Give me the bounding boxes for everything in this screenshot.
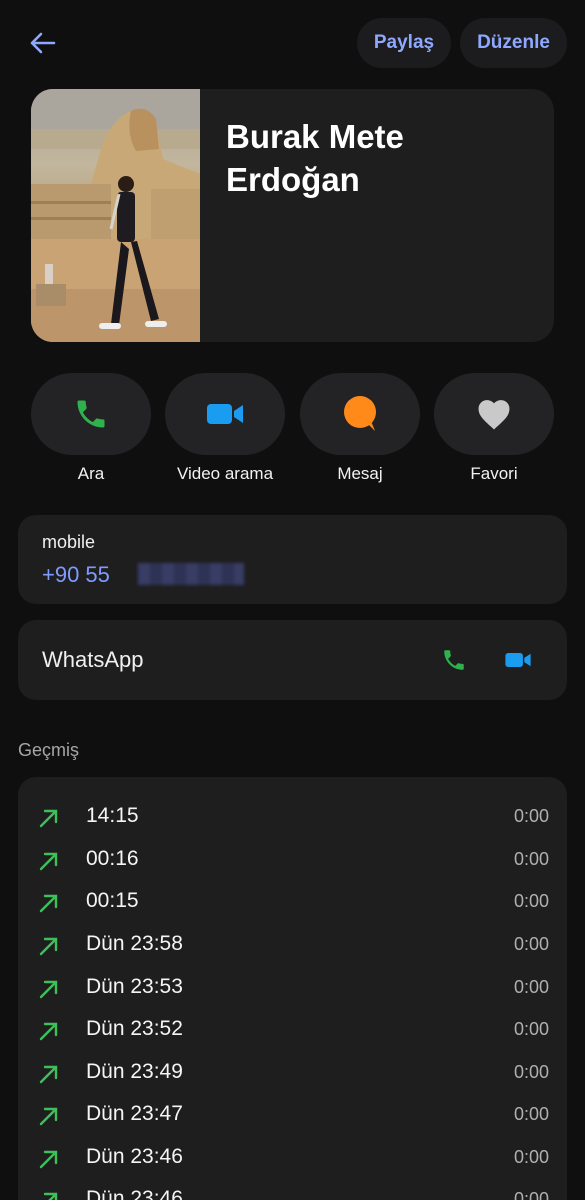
message-action[interactable]: Mesaj	[300, 373, 420, 484]
call-history-row[interactable]: Dün 23:58 0:00	[18, 927, 567, 969]
back-arrow-icon	[30, 32, 56, 54]
call-history-list: 14:15 0:00 00:16 0:00 00:15 0:00 Dün 23:…	[18, 777, 567, 1200]
phone-type-label: mobile	[42, 532, 96, 552]
contact-header-card: Burak Mete Erdoğan	[31, 89, 554, 342]
contact-photo-illustration	[31, 89, 200, 342]
video-camera-icon	[207, 404, 243, 424]
call-duration: 0:00	[513, 806, 549, 826]
call-history-row[interactable]: 00:16 0:00	[18, 842, 567, 884]
call-action[interactable]: Ara	[31, 373, 151, 484]
call-action-label: Ara	[77, 464, 105, 483]
video-call-action-button[interactable]	[165, 373, 285, 455]
phone-icon	[444, 650, 464, 670]
outgoing-call-arrow-icon	[39, 1150, 58, 1169]
favorite-action-button[interactable]	[434, 373, 554, 455]
call-duration: 0:00	[513, 1019, 549, 1039]
message-bubble-icon	[344, 396, 376, 431]
outgoing-call-arrow-icon	[39, 1065, 58, 1084]
call-duration: 0:00	[513, 1062, 549, 1082]
outgoing-call-arrow-icon	[39, 1022, 58, 1041]
video-call-action-label: Video arama	[176, 464, 274, 483]
call-history-row[interactable]: Dün 23:49 0:00	[18, 1055, 567, 1097]
call-history-row[interactable]: Dün 23:47 0:00	[18, 1097, 567, 1139]
call-duration: 0:00	[513, 1147, 549, 1167]
whatsapp-card[interactable]: WhatsApp	[18, 620, 567, 700]
redaction-mask	[138, 563, 244, 585]
video-camera-icon	[505, 653, 531, 667]
whatsapp-call-button[interactable]	[438, 644, 470, 676]
call-time: 14:15	[86, 804, 139, 827]
favorite-action-label: Favori	[470, 464, 518, 483]
call-duration: 0:00	[513, 849, 549, 869]
outgoing-call-arrow-icon	[39, 894, 58, 913]
call-history-row[interactable]: Dün 23:53 0:00	[18, 970, 567, 1012]
call-duration: 0:00	[513, 934, 549, 954]
outgoing-call-arrow-icon	[39, 809, 58, 828]
call-time: 00:15	[86, 889, 139, 912]
call-action-button[interactable]	[31, 373, 151, 455]
call-time: Dün 23:49	[86, 1060, 183, 1083]
outgoing-call-arrow-icon	[39, 1107, 58, 1126]
call-duration: 0:00	[513, 1104, 549, 1124]
call-time: Dün 23:53	[86, 975, 183, 998]
message-action-button[interactable]	[300, 373, 420, 455]
history-title: Geçmiş	[18, 740, 80, 760]
call-history-row[interactable]: Dün 23:46 0:00	[18, 1140, 567, 1182]
back-button[interactable]	[22, 26, 62, 60]
call-history-row[interactable]: Dün 23:46 0:00	[18, 1182, 567, 1200]
call-time: Dün 23:52	[86, 1017, 183, 1040]
share-button[interactable]: Paylaş	[357, 18, 451, 68]
call-time: Dün 23:58	[86, 932, 183, 955]
call-time: Dün 23:46	[86, 1145, 183, 1168]
call-time: Dün 23:46	[86, 1187, 183, 1200]
whatsapp-video-button[interactable]	[502, 644, 534, 676]
contact-detail-screen: Paylaş Düzenle Burak Mete Erdoğan Ara Vi…	[0, 0, 585, 1200]
outgoing-call-arrow-icon	[39, 852, 58, 871]
call-time: 00:16	[86, 847, 139, 870]
call-history-row[interactable]: 00:15 0:00	[18, 884, 567, 926]
outgoing-call-arrow-icon	[39, 980, 58, 999]
call-duration: 0:00	[513, 1189, 549, 1200]
outgoing-call-arrow-icon	[39, 937, 58, 956]
favorite-action[interactable]: Favori	[434, 373, 554, 484]
video-call-action[interactable]: Video arama	[165, 373, 285, 484]
heart-icon	[478, 400, 510, 430]
outgoing-call-arrow-icon	[43, 1192, 58, 1200]
phone-number-card[interactable]: mobile +90 55	[18, 515, 567, 604]
call-history-row[interactable]: 14:15 0:00	[18, 799, 567, 841]
phone-number[interactable]: +90 55	[42, 562, 110, 588]
call-duration: 0:00	[513, 891, 549, 911]
whatsapp-label: WhatsApp	[42, 647, 144, 672]
edit-button[interactable]: Düzenle	[460, 18, 567, 68]
message-action-label: Mesaj	[337, 464, 383, 483]
call-history-row[interactable]: Dün 23:52 0:00	[18, 1012, 567, 1054]
phone-icon	[77, 400, 105, 428]
contact-name: Burak Mete Erdoğan	[226, 118, 404, 198]
call-duration: 0:00	[513, 977, 549, 997]
call-time: Dün 23:47	[86, 1102, 183, 1125]
contact-photo[interactable]	[31, 89, 200, 342]
